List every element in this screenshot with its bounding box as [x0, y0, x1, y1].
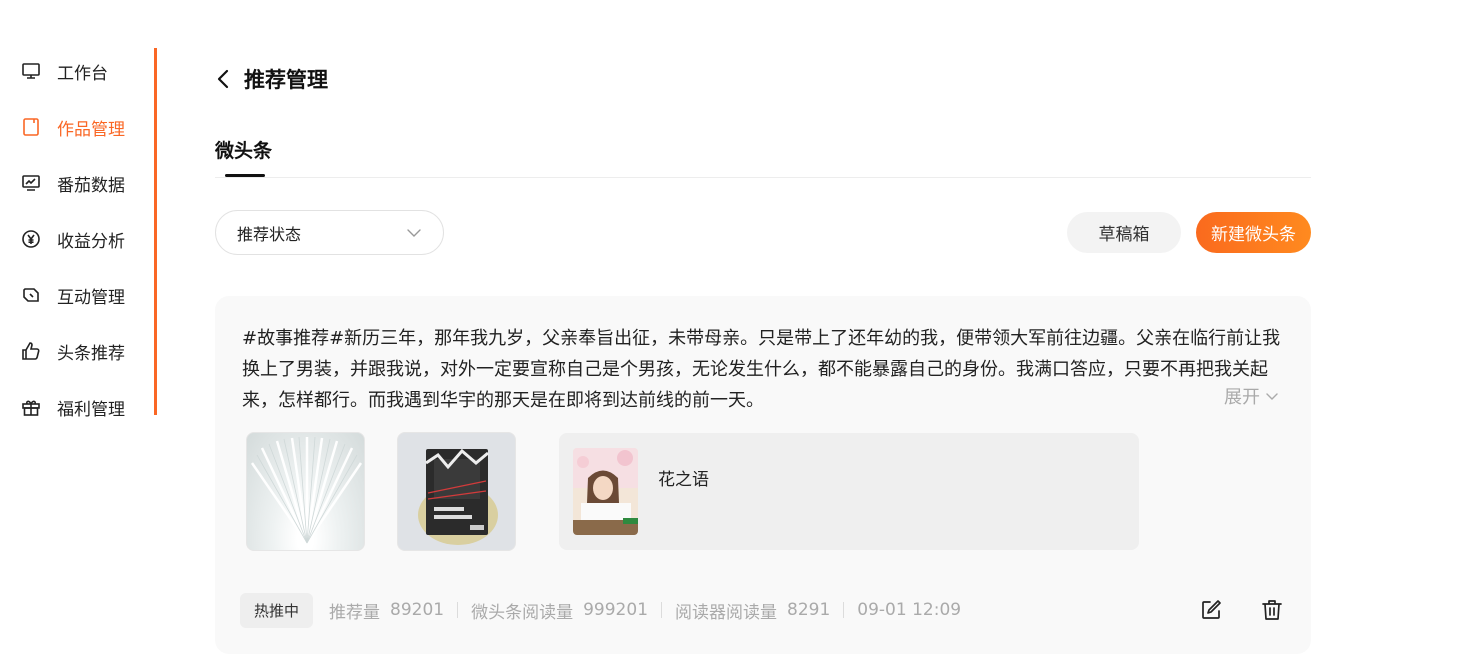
- stat-value: 999201: [583, 600, 649, 620]
- sidebar-item-data[interactable]: 番茄数据: [20, 169, 125, 197]
- page-title: 推荐管理: [244, 68, 328, 92]
- book-cover-illustration: [573, 448, 638, 535]
- post-time: 09-01 12:09: [857, 600, 962, 620]
- post-card: #故事推荐#新历三年，那年我九岁，父亲奉旨出征，未带母亲。只是带上了还年幼的我，…: [215, 296, 1311, 654]
- monitor-icon: [20, 60, 42, 82]
- linked-book-card[interactable]: 花之语: [559, 433, 1139, 550]
- sidebar-item-label: 收益分析: [57, 231, 125, 252]
- stat-label: 微头条阅读量: [471, 602, 574, 623]
- edit-icon: [1202, 600, 1221, 619]
- expand-button[interactable]: 展开: [1220, 383, 1280, 409]
- post-image-1[interactable]: [246, 432, 365, 551]
- trash-icon: [1262, 600, 1282, 620]
- chevron-down-icon: [407, 228, 421, 237]
- chat-bubble-icon: [20, 284, 42, 306]
- sidebar-item-label: 番茄数据: [57, 175, 125, 196]
- new-micro-headline-button[interactable]: 新建微头条: [1196, 212, 1311, 253]
- stat-label: 阅读器阅读量: [675, 602, 778, 623]
- sidebar-item-label: 头条推荐: [57, 343, 125, 364]
- sidebar-item-interaction[interactable]: 互动管理: [20, 281, 125, 309]
- book-photo-image: [418, 448, 498, 545]
- expand-label: 展开: [1224, 387, 1260, 408]
- edit-button[interactable]: [1199, 598, 1223, 622]
- chevron-left-icon: [217, 69, 229, 89]
- yen-circle-icon: [20, 228, 42, 250]
- book-cover: [573, 448, 638, 535]
- tab-divider: [215, 177, 1311, 178]
- stat-value: 8291: [787, 600, 831, 620]
- thumbs-up-icon: [20, 340, 42, 362]
- chevron-down-icon: [1266, 393, 1278, 400]
- sidebar-item-workbench[interactable]: 工作台: [20, 57, 108, 85]
- back-button[interactable]: 推荐管理: [213, 64, 328, 94]
- document-icon: [20, 116, 42, 138]
- chart-screen-icon: [20, 172, 42, 194]
- recommend-status-select[interactable]: 推荐状态: [215, 210, 444, 255]
- sidebar-item-label: 工作台: [57, 63, 108, 84]
- delete-button[interactable]: [1260, 598, 1284, 622]
- tab-micro-headline[interactable]: 微头条: [215, 136, 272, 163]
- sidebar-item-revenue[interactable]: 收益分析: [20, 225, 125, 253]
- divider: [661, 602, 663, 618]
- sidebar-item-welfare[interactable]: 福利管理: [20, 393, 125, 421]
- sidebar: 工作台 作品管理 番茄数据 收益分析 互动管理 头条推荐 福利管理: [0, 48, 157, 420]
- status-select-value: 推荐状态: [237, 224, 302, 244]
- divider: [843, 602, 845, 618]
- post-text: #故事推荐#新历三年，那年我九岁，父亲奉旨出征，未带母亲。只是带上了还年幼的我，…: [242, 328, 1281, 411]
- status-badge: 热推中: [240, 592, 314, 628]
- post-meta: 热推中 推荐量 89201 微头条阅读量 999201 阅读器阅读量 8291 …: [240, 592, 961, 628]
- sidebar-item-works[interactable]: 作品管理: [20, 113, 125, 141]
- sidebar-item-label: 作品管理: [57, 119, 125, 140]
- stat-value: 89201: [390, 600, 445, 620]
- book-name: 花之语: [658, 470, 709, 490]
- sidebar-item-recommend[interactable]: 头条推荐: [20, 337, 125, 365]
- gift-icon: [20, 396, 42, 418]
- draft-box-button[interactable]: 草稿箱: [1067, 212, 1181, 253]
- post-image-2[interactable]: [397, 432, 516, 551]
- divider: [457, 602, 459, 618]
- sidebar-item-label: 互动管理: [57, 287, 125, 308]
- open-book-pages-image: [250, 436, 363, 544]
- sidebar-item-label: 福利管理: [57, 399, 125, 420]
- stat-label: 推荐量: [329, 602, 381, 623]
